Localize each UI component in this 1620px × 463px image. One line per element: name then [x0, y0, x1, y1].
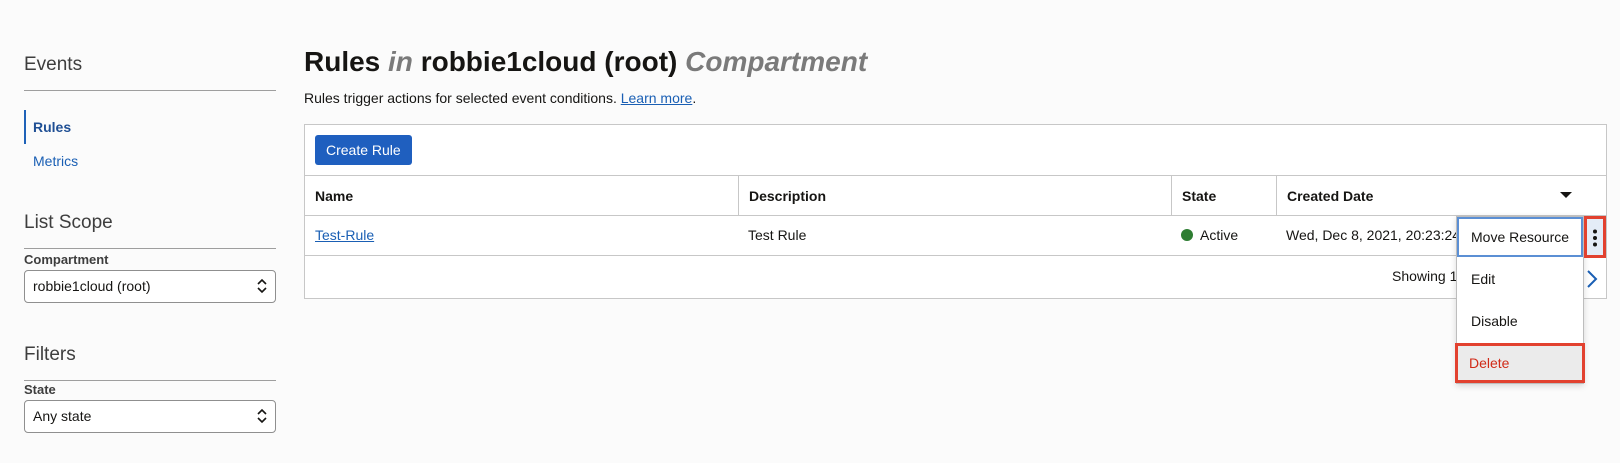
pagination-summary: Showing 1: [1392, 268, 1458, 284]
title-suffix: Compartment: [685, 46, 868, 77]
rule-name-cell: Test-Rule: [305, 216, 738, 256]
active-status-icon: [1181, 229, 1193, 241]
column-header-description[interactable]: Description: [738, 176, 1171, 216]
page-title: Rules in robbie1cloud (root) Compartment: [304, 46, 867, 78]
sidebar-nav: Rules Metrics: [24, 110, 276, 178]
created-date-label: Created Date: [1287, 188, 1374, 204]
select-arrows-icon: [257, 408, 267, 424]
menu-item-move-resource[interactable]: Move Resource: [1457, 217, 1583, 257]
menu-item-edit[interactable]: Edit: [1457, 259, 1583, 299]
compartment-select-value: robbie1cloud (root): [33, 278, 151, 294]
menu-item-delete[interactable]: Delete: [1455, 343, 1585, 383]
more-vertical-icon: [1593, 229, 1597, 247]
row-actions-button[interactable]: [1584, 216, 1606, 258]
description-text: Rules trigger actions for selected event…: [304, 90, 617, 106]
description-period: .: [692, 90, 697, 106]
row-actions-menu: Move Resource Edit Disable Delete: [1455, 216, 1585, 384]
rule-state-cell: Active: [1171, 216, 1276, 256]
filters-heading: Filters: [24, 344, 276, 381]
column-header-name[interactable]: Name: [305, 176, 738, 216]
title-main: Rules: [304, 46, 381, 77]
sidebar-item-rules[interactable]: Rules: [24, 110, 276, 144]
rule-name-link[interactable]: Test-Rule: [315, 227, 374, 243]
table-row: Test-Rule Test Rule Active Wed, Dec 8, 2…: [305, 215, 1606, 255]
sort-descending-icon[interactable]: [1560, 192, 1572, 198]
rule-description-cell: Test Rule: [748, 227, 807, 243]
learn-more-link[interactable]: Learn more: [621, 90, 693, 106]
rule-state-text: Active: [1200, 227, 1239, 243]
state-filter-select[interactable]: Any state: [24, 400, 276, 433]
state-filter-label: State: [24, 382, 56, 397]
chevron-right-icon[interactable]: [1586, 269, 1598, 289]
list-scope-heading: List Scope: [24, 212, 276, 249]
column-header-state[interactable]: State: [1171, 176, 1276, 216]
column-header-created-date[interactable]: Created Date: [1276, 176, 1606, 216]
rules-table-panel: Create Rule Name Description State Creat…: [304, 124, 1607, 299]
create-rule-button[interactable]: Create Rule: [315, 135, 412, 165]
state-filter-value: Any state: [33, 408, 92, 424]
select-arrows-icon: [257, 278, 267, 294]
menu-item-disable[interactable]: Disable: [1457, 301, 1583, 341]
table-header-row: Name Description State Created Date: [305, 175, 1606, 216]
page-description: Rules trigger actions for selected event…: [304, 90, 696, 106]
sidebar-heading-events: Events: [24, 54, 276, 91]
table-footer: Showing 1: [305, 255, 1606, 295]
compartment-label: Compartment: [24, 252, 109, 267]
sidebar-item-metrics[interactable]: Metrics: [24, 144, 276, 178]
title-in: in: [388, 46, 413, 77]
rules-table: Name Description State Created Date Test…: [305, 175, 1606, 295]
compartment-select[interactable]: robbie1cloud (root): [24, 270, 276, 303]
title-compartment: robbie1cloud (root): [420, 46, 678, 77]
